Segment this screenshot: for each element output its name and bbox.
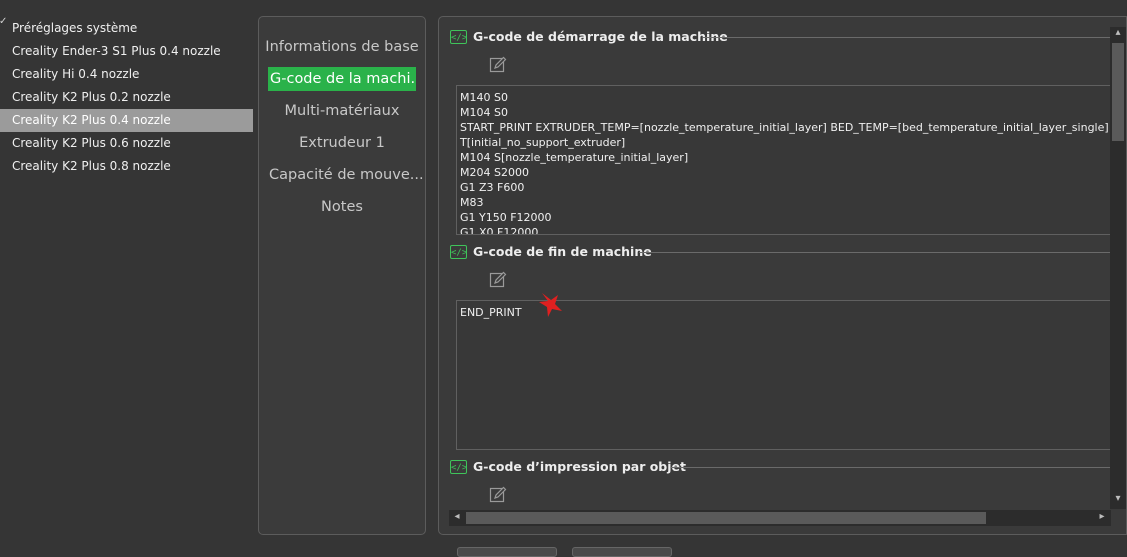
code-icon: </>	[450, 30, 467, 44]
preset-item-label: Creality K2 Plus 0.6 nozzle	[12, 136, 171, 150]
edit-icon[interactable]	[489, 271, 507, 289]
edit-icon[interactable]	[489, 486, 507, 504]
preset-item[interactable]: Creality K2 Plus 0.8 nozzle	[0, 155, 253, 178]
nav-item-basic-info[interactable]: Informations de base	[259, 35, 425, 59]
preset-item[interactable]: Creality Ender-3 S1 Plus 0.4 nozzle	[0, 40, 253, 63]
preset-item-label: Creality Hi 0.4 nozzle	[12, 67, 140, 81]
preset-item[interactable]: Creality Hi 0.4 nozzle	[0, 63, 253, 86]
preset-item-label: Creality Ender-3 S1 Plus 0.4 nozzle	[12, 44, 221, 58]
code-line: M83	[460, 196, 484, 209]
horizontal-scrollbar[interactable]: ◂ ▸	[449, 510, 1111, 526]
nav-item-notes[interactable]: Notes	[259, 195, 425, 219]
code-line: G1 Z3 F600	[460, 181, 525, 194]
section-divider	[639, 252, 1115, 253]
code-line: T[initial_no_support_extruder]	[460, 136, 626, 149]
preset-item-label: Creality K2 Plus 0.8 nozzle	[12, 159, 171, 173]
code-line: M140 S0	[460, 91, 508, 104]
bottom-button[interactable]	[457, 547, 557, 557]
section-title-end-gcode: G-code de fin de machine	[473, 244, 652, 259]
tree-group-label: Préréglages système	[12, 21, 138, 35]
section-title-per-object-gcode: G-code d’impression par objet	[473, 459, 686, 474]
preset-item-selected[interactable]: Creality K2 Plus 0.4 nozzle	[0, 109, 253, 132]
code-line: START_PRINT EXTRUDER_TEMP=[nozzle_temper…	[460, 121, 1109, 134]
preset-tree: ✓ Préréglages système Creality Ender-3 S…	[0, 0, 256, 554]
section-divider	[671, 467, 1115, 468]
vertical-scrollbar[interactable]: ▴ ▾	[1110, 27, 1126, 509]
gcode-settings-panel: </> G-code de démarrage de la machine M1…	[438, 16, 1127, 535]
mouse-cursor-marker	[539, 293, 562, 317]
section-divider	[703, 37, 1115, 38]
edit-icon[interactable]	[489, 56, 507, 74]
nav-item-machine-gcode[interactable]: G-code de la machi...	[268, 67, 416, 91]
settings-nav: Informations de base G-code de la machi.…	[258, 16, 426, 535]
code-line: M104 S0	[460, 106, 508, 119]
bottom-button[interactable]	[572, 547, 672, 557]
code-line: M204 S2000	[460, 166, 529, 179]
scroll-up-icon[interactable]: ▴	[1110, 27, 1126, 38]
preset-item[interactable]: Creality K2 Plus 0.2 nozzle	[0, 86, 253, 109]
tree-group-system-presets[interactable]: Préréglages système	[0, 17, 253, 40]
nav-item-extruder-1[interactable]: Extrudeur 1	[259, 131, 425, 155]
horizontal-scroll-thumb[interactable]	[466, 512, 986, 524]
vertical-scroll-thumb[interactable]	[1112, 43, 1124, 141]
scroll-down-icon[interactable]: ▾	[1110, 493, 1126, 504]
code-line: M104 S[nozzle_temperature_initial_layer]	[460, 151, 689, 164]
section-title-start-gcode: G-code de démarrage de la machine	[473, 29, 728, 44]
scroll-right-icon[interactable]: ▸	[1094, 511, 1110, 522]
nav-item-motion-ability[interactable]: Capacité de mouve...	[259, 163, 425, 187]
preset-item-label: Creality K2 Plus 0.2 nozzle	[12, 90, 171, 104]
code-icon: </>	[450, 460, 467, 474]
preset-item[interactable]: Creality K2 Plus 0.6 nozzle	[0, 132, 253, 155]
scroll-left-icon[interactable]: ◂	[449, 511, 465, 522]
nav-item-multi-material[interactable]: Multi-matériaux	[259, 99, 425, 123]
code-line: G1 X0 F12000	[460, 226, 539, 235]
preset-item-label: Creality K2 Plus 0.4 nozzle	[12, 113, 171, 127]
code-line: G1 Y150 F12000	[460, 211, 552, 224]
start-gcode-editor[interactable]: M140 S0 M104 S0 START_PRINT EXTRUDER_TEM…	[456, 85, 1116, 235]
end-gcode-editor[interactable]: END_PRINT	[456, 300, 1116, 450]
code-icon: </>	[450, 245, 467, 259]
